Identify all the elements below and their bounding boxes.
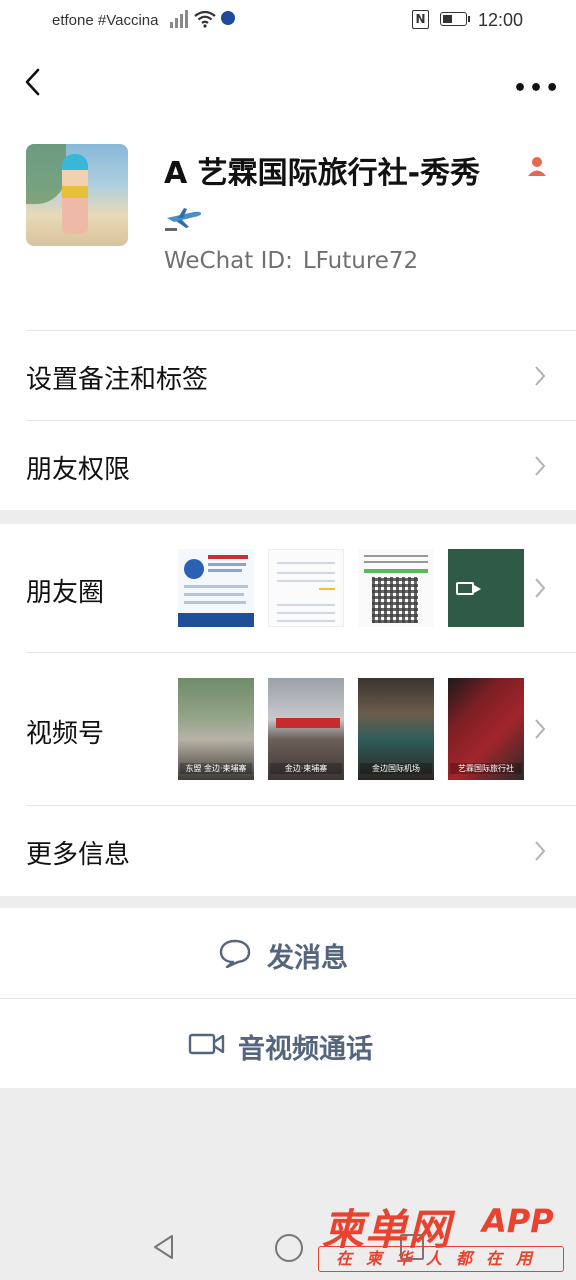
profile-content-section: 朋友圈 视频号 东盟 金边·柬埔寨 金边·柬埔寨 金边国际机场 艺霖国际旅行社 … — [0, 524, 576, 896]
channels-thumb-caption: 东盟 金边·柬埔寨 — [180, 763, 252, 774]
video-camera-icon — [188, 1033, 225, 1055]
voice-video-call-label: 音视频通话 — [238, 1034, 373, 1065]
wechat-id-label: WeChat ID: — [164, 248, 293, 274]
more-info-label: 更多信息 — [26, 840, 131, 870]
vpn-icon — [221, 11, 235, 25]
chevron-right-icon — [535, 366, 546, 386]
channels-thumb-caption: 金边国际机场 — [360, 763, 432, 774]
channels-thumb-caption: 金边·柬埔寨 — [270, 763, 342, 774]
voice-video-call-button[interactable]: 音视频通话 — [0, 999, 576, 1089]
channels-thumb: 金边国际机场 — [358, 678, 434, 780]
chevron-right-icon — [535, 578, 546, 598]
moments-thumb — [178, 549, 254, 627]
profile-name: A 艺霖国际旅行社-秀秀 — [164, 156, 481, 191]
watermark-logo: 柬单网 APP 在柬华人都在用 — [318, 1196, 568, 1276]
chat-bubble-icon — [219, 939, 251, 968]
moments-thumb — [268, 549, 344, 627]
wechat-id-value: LFuture72 — [302, 248, 419, 274]
channels-thumb: 艺霖国际旅行社 — [448, 678, 524, 780]
nav-back-icon[interactable] — [152, 1234, 176, 1260]
watermark-app: APP — [482, 1202, 554, 1240]
channels-row[interactable]: 视频号 东盟 金边·柬埔寨 金边·柬埔寨 金边国际机场 艺霖国际旅行社 — [0, 653, 576, 805]
channels-thumb: 东盟 金边·柬埔寨 — [178, 678, 254, 780]
moments-row[interactable]: 朋友圈 — [0, 524, 576, 652]
send-message-button[interactable]: 发消息 — [0, 908, 576, 998]
channels-label: 视频号 — [26, 719, 105, 749]
chevron-right-icon — [535, 719, 546, 739]
friend-permissions-label: 朋友权限 — [26, 455, 131, 485]
chevron-right-icon — [535, 456, 546, 476]
person-icon — [528, 157, 546, 176]
chevron-right-icon — [535, 841, 546, 861]
nfc-icon: N — [412, 10, 429, 29]
moments-thumb-video — [448, 549, 524, 627]
moments-label: 朋友圈 — [26, 578, 105, 608]
profile-header: ••• A 艺霖国际旅行社-秀秀 WeChat ID: LFuture72 设置备… — [0, 42, 576, 510]
video-camera-icon — [456, 582, 481, 595]
remark-tags-label: 设置备注和标签 — [26, 365, 209, 395]
friend-permissions-row[interactable]: 朋友权限 — [0, 421, 576, 510]
chevron-left-icon[interactable] — [20, 64, 50, 100]
status-bar: etfone #Vaccina N 12:00 — [0, 0, 576, 42]
more-info-row[interactable]: 更多信息 — [0, 806, 576, 896]
nav-home-icon[interactable] — [275, 1234, 303, 1262]
more-dots-icon[interactable]: ••• — [513, 76, 561, 101]
avatar[interactable] — [26, 144, 128, 246]
signal-icon — [170, 10, 188, 28]
moments-thumb — [358, 549, 434, 627]
battery-icon — [440, 12, 470, 26]
send-message-label: 发消息 — [267, 943, 348, 974]
clock: 12:00 — [478, 10, 524, 30]
wifi-icon — [194, 10, 216, 28]
airplane-icon — [165, 208, 202, 231]
action-section: 发消息 音视频通话 — [0, 908, 576, 1088]
carrier-text: etfone #Vaccina — [52, 12, 159, 29]
watermark-slogan: 在柬华人都在用 — [318, 1246, 564, 1272]
wechat-id: WeChat ID: LFuture72 — [164, 248, 418, 274]
channels-thumb: 金边·柬埔寨 — [268, 678, 344, 780]
remark-tags-row[interactable]: 设置备注和标签 — [0, 331, 576, 420]
channels-thumb-caption: 艺霖国际旅行社 — [450, 763, 522, 774]
